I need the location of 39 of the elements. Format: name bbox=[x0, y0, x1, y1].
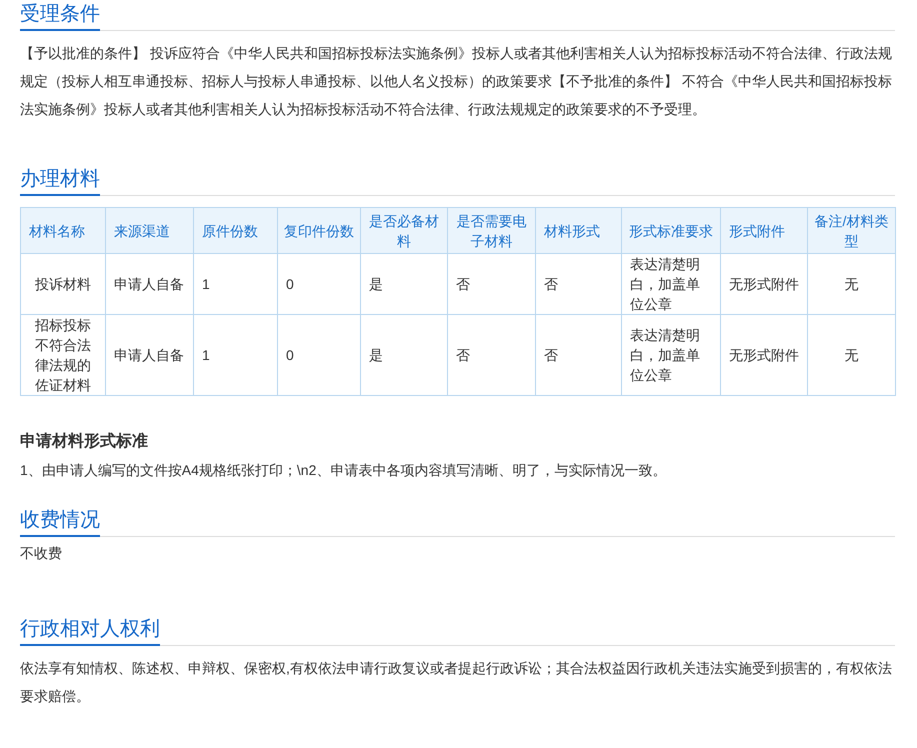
table-cell: 无 bbox=[808, 314, 896, 396]
section-title: 行政相对人权利 bbox=[20, 615, 160, 646]
column-header: 是否需要电子材料 bbox=[448, 208, 536, 254]
section-title: 收费情况 bbox=[20, 506, 100, 537]
column-header: 材料形式 bbox=[536, 208, 622, 254]
table-cell: 无形式附件 bbox=[720, 254, 808, 314]
table-cell: 表达清楚明白，加盖单位公章 bbox=[622, 314, 720, 396]
column-header: 形式附件 bbox=[720, 208, 808, 254]
table-cell: 无形式附件 bbox=[720, 314, 808, 396]
table-cell: 是 bbox=[360, 254, 448, 314]
column-header: 材料名称 bbox=[20, 208, 106, 254]
table-cell: 否 bbox=[448, 254, 536, 314]
table-cell: 否 bbox=[536, 314, 622, 396]
column-header: 形式标准要求 bbox=[622, 208, 720, 254]
table-cell: 表达清楚明白，加盖单位公章 bbox=[622, 254, 720, 314]
table-cell: 1 bbox=[194, 254, 278, 314]
table-cell: 申请人自备 bbox=[106, 314, 194, 396]
column-header: 复印件份数 bbox=[278, 208, 360, 254]
table-cell: 申请人自备 bbox=[106, 254, 194, 314]
table-cell: 否 bbox=[448, 314, 536, 396]
table-cell: 0 bbox=[278, 254, 360, 314]
column-header: 来源渠道 bbox=[106, 208, 194, 254]
conditions-text: 【予以批准的条件】 投诉应符合《中华人民共和国招标投标法实施条例》投标人或者其他利害相关人认为招标投标活动不符合法律、行政法规规定（投标人相互串通投标、招标人与投标人串通投标、以他人名义投标）的政策要求【不予批准的条件】 不符合《中华人民共和国招标投标法实施条例》投标人或者其他利害相关人认为招标投标活动不符合法律、行政法规规定的政策要求的不予受理。 bbox=[20, 44, 893, 119]
column-header: 备注/材料类型 bbox=[808, 208, 896, 254]
table-cell: 是 bbox=[360, 314, 448, 396]
table-cell: 1 bbox=[194, 314, 278, 396]
section-title: 受理条件 bbox=[20, 0, 100, 31]
table-cell: 招标投标不符合法律法规的佐证材料 bbox=[20, 314, 106, 396]
table-cell: 无 bbox=[808, 254, 896, 314]
table-cell: 否 bbox=[536, 254, 622, 314]
table-cell: 0 bbox=[278, 314, 360, 396]
fees-text: 不收费 bbox=[20, 544, 63, 563]
column-header: 原件份数 bbox=[194, 208, 278, 254]
section-title: 办理材料 bbox=[20, 165, 100, 196]
rights-text: 依法享有知情权、陈述权、申辩权、保密权,有权依法申请行政复议或者提起行政诉讼；其合法权益因行政机关违法实施受到损害的，有权依法要求赔偿。 bbox=[20, 659, 893, 706]
subsection-title: 申请材料形式标准 bbox=[20, 432, 149, 452]
table-cell: 投诉材料 bbox=[20, 254, 106, 314]
standard-text: 1、由申请人编写的文件按A4规格纸张打印；\n2、申请表中各项内容填写清晰、明了，与实际情况一致。 bbox=[20, 461, 668, 480]
column-header: 是否必备材料 bbox=[360, 208, 448, 254]
